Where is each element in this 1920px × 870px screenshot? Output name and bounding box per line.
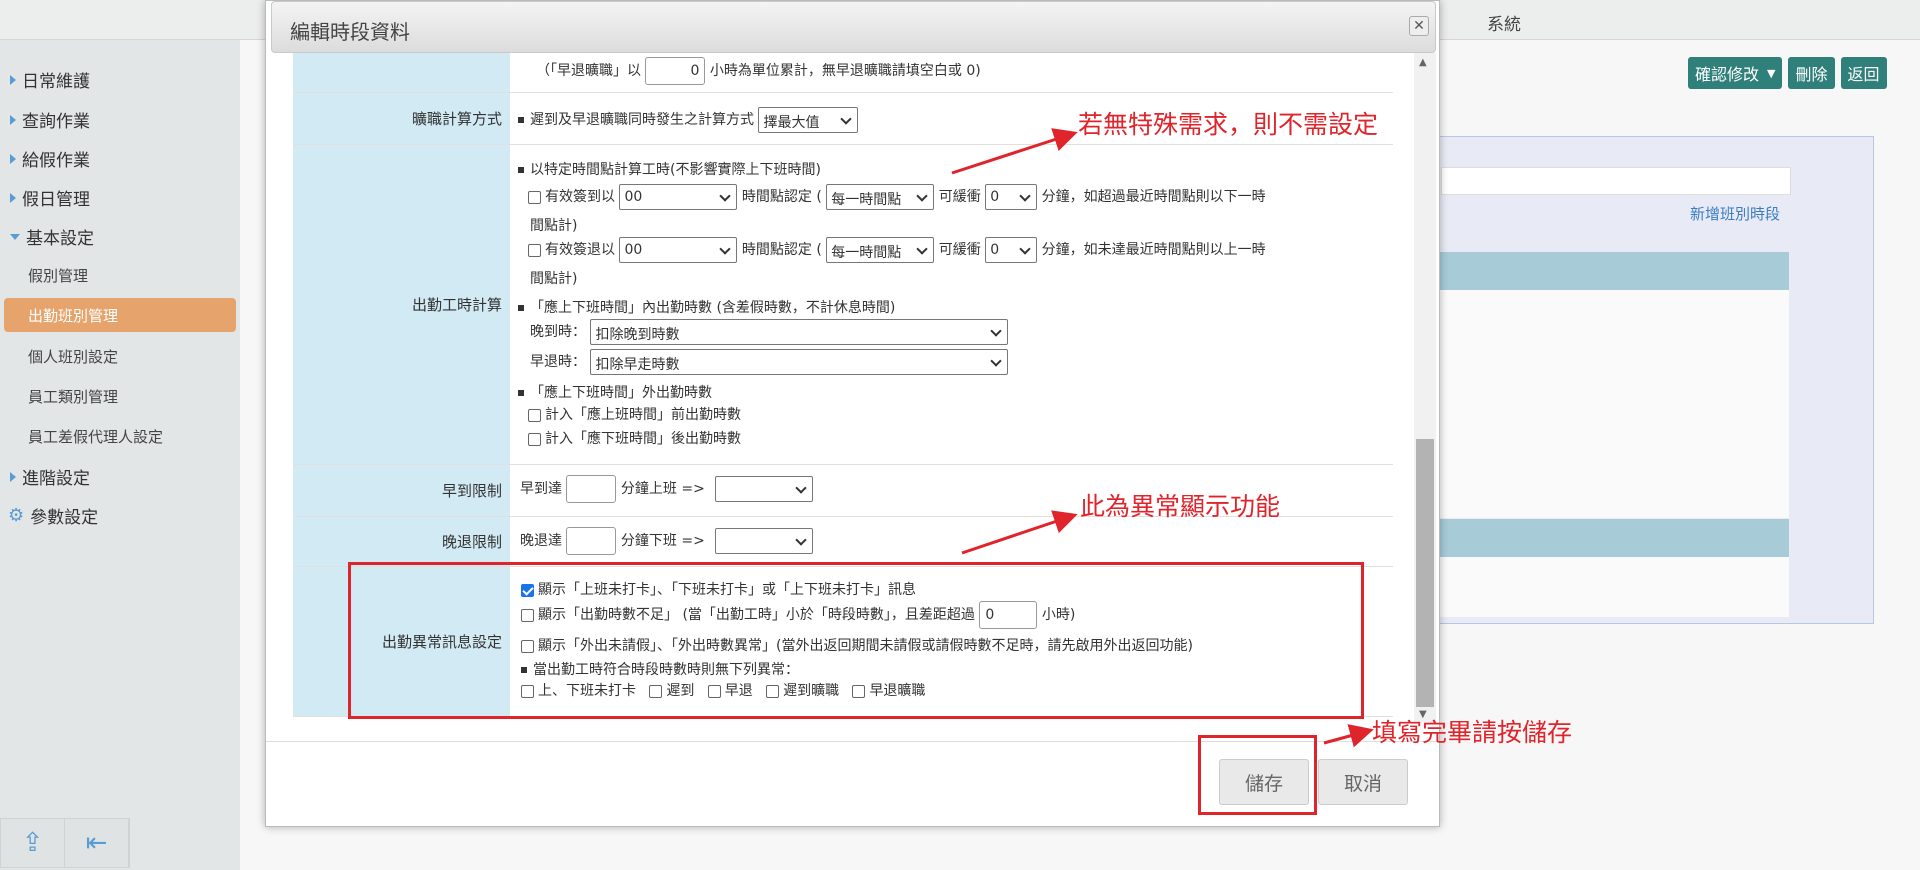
close-icon[interactable]: ✕ (1409, 16, 1429, 36)
row-top: （「早退曠職」以 0 小時為單位累計，無早退曠職請填空白或 0) (293, 53, 1393, 93)
early-arrival-select[interactable] (715, 476, 814, 502)
upload-icon[interactable]: ⇪ (1, 819, 65, 867)
annotation-save: 填寫完畢請按儲存 (1372, 718, 1573, 747)
caret-down-icon: ▼ (1767, 66, 1776, 80)
sidebar-sub-employee-type[interactable]: 員工類別管理 (28, 386, 118, 407)
checkin-buffer-select[interactable]: 0 (985, 184, 1038, 210)
absent-calc-select[interactable]: 擇最大值 (758, 107, 859, 133)
chevron-right-icon (10, 471, 16, 482)
late-leave-select[interactable] (715, 528, 814, 554)
system-menu[interactable]: 系統 (1487, 10, 1521, 35)
highlight-abnormal-box (348, 562, 1364, 719)
checkout-checkbox[interactable] (528, 243, 541, 257)
chevron-right-icon (10, 153, 16, 164)
sidebar-item-leave[interactable]: 給假作業 (10, 146, 90, 171)
modal-header: 編輯時段資料 ✕ (271, 1, 1436, 53)
early-arrival-input[interactable] (566, 475, 617, 503)
sidebar-item-basic[interactable]: 基本設定 (10, 224, 94, 249)
checkout-buffer-select[interactable]: 0 (985, 237, 1038, 263)
sidebar-item-daily[interactable]: 日常維護 (10, 67, 90, 92)
chevron-down-icon (10, 233, 20, 240)
sidebar-item-holiday[interactable]: 假日管理 (10, 185, 90, 210)
bottom-tools: ⇪ ⇤ (0, 818, 130, 868)
highlight-save-box (1198, 735, 1317, 815)
back-button[interactable]: 返回 (1840, 57, 1887, 89)
checkin-every-select[interactable]: 每一時間點 (826, 184, 935, 210)
scroll-up-icon[interactable]: ▲ (1419, 57, 1427, 68)
sidebar-sub-personal-shift[interactable]: 個人班別設定 (28, 346, 118, 367)
late-leave-input[interactable] (566, 527, 617, 555)
chevron-right-icon (10, 114, 16, 125)
confirm-button[interactable]: 確認修改 ▼ (1688, 57, 1783, 89)
work-hours-label: 出勤工時計算 (293, 145, 510, 464)
chevron-right-icon (10, 192, 16, 203)
late-select[interactable]: 扣除晚到時數 (590, 319, 1009, 345)
collapse-icon[interactable]: ⇤ (65, 819, 129, 867)
sidebar-item-query[interactable]: 查詢作業 (10, 107, 90, 132)
scroll-thumb[interactable] (1416, 439, 1434, 707)
row-content: （「早退曠職」以 0 小時為單位累計，無早退曠職請填空白或 0) (536, 57, 981, 85)
annotation-abnormal: 此為異常顯示功能 (1080, 492, 1281, 521)
background-area (1439, 290, 1789, 518)
sidebar-item-params[interactable]: ⚙ 參數設定 (8, 503, 98, 528)
early-select[interactable]: 扣除早走時數 (590, 349, 1009, 375)
absent-calc-label: 曠職計算方式 (293, 93, 510, 144)
sidebar-sub-leave-type[interactable]: 假別管理 (28, 265, 88, 286)
modal-title: 編輯時段資料 (290, 20, 410, 44)
gear-icon: ⚙ (8, 505, 25, 526)
before-checkbox[interactable] (528, 408, 541, 422)
add-shift-link[interactable]: 新增班別時段 (1690, 203, 1780, 224)
annotation-no-need: 若無特殊需求，則不需設定 (1078, 110, 1379, 139)
row-label (293, 53, 510, 92)
late-leave-label: 晚退限制 (293, 517, 510, 566)
background-band (1439, 519, 1789, 557)
checkin-checkbox[interactable] (528, 190, 541, 204)
sidebar-sub-shift[interactable]: 出勤班別管理 (4, 298, 236, 332)
chevron-right-icon (10, 74, 16, 85)
toolbar: 確認修改 ▼ 刪除 返回 (1688, 57, 1887, 89)
background-panel: 新增班別時段 (1438, 136, 1874, 624)
early-arrival-label: 早到限制 (293, 465, 510, 516)
sidebar-item-advanced[interactable]: 進階設定 (10, 464, 90, 489)
after-checkbox[interactable] (528, 432, 541, 446)
background-input[interactable] (1441, 167, 1791, 195)
background-band (1439, 252, 1789, 290)
row-late-leave: 晚退限制 晚退達 分鐘下班 => (293, 517, 1393, 567)
delete-button[interactable]: 刪除 (1788, 57, 1835, 89)
modal-scrollbar[interactable]: ▲ ▼ (1414, 53, 1436, 723)
row-work-hours: 出勤工時計算 以特定時間點計算工時(不影響實際上下班時間) 有效簽到以 00 時… (293, 145, 1393, 465)
row-content: 遲到及早退曠職同時發生之計算方式 擇最大值 (518, 107, 859, 133)
sidebar-sub-agent[interactable]: 員工差假代理人設定 (28, 426, 163, 447)
checkout-select[interactable]: 00 (619, 237, 738, 263)
sidebar: 日常維護 查詢作業 給假作業 假日管理 基本設定 假別管理 出勤班別管理 個人班… (0, 40, 240, 870)
background-area (1439, 557, 1789, 617)
early-absent-hours-input[interactable]: 0 (645, 57, 706, 85)
checkin-select[interactable]: 00 (619, 184, 738, 210)
checkout-every-select[interactable]: 每一時間點 (826, 237, 935, 263)
cancel-button[interactable]: 取消 (1318, 759, 1408, 805)
